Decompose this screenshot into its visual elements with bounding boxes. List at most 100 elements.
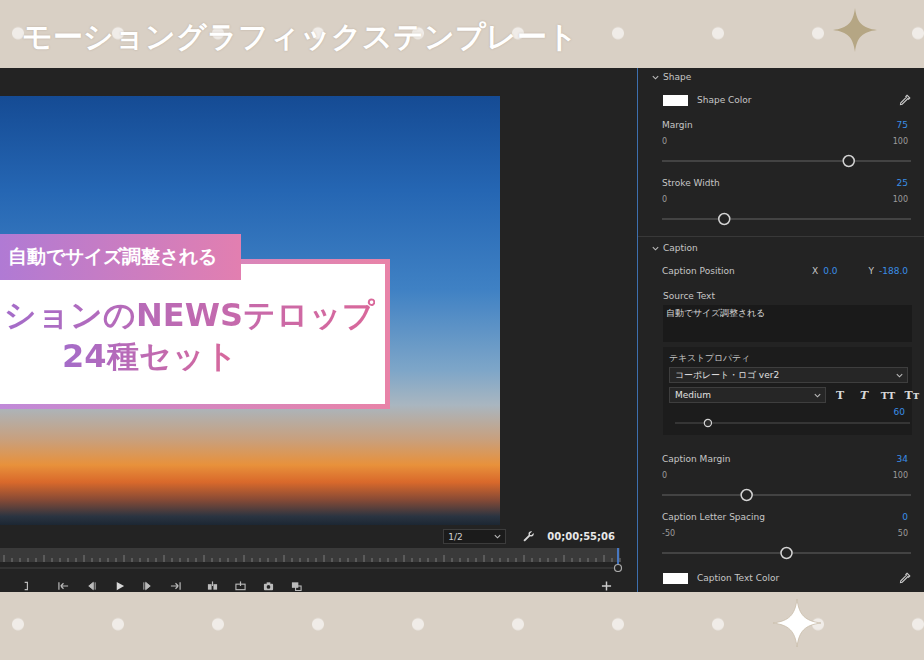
range-min: 0 xyxy=(662,137,667,146)
slider-label: Caption Letter Spacing xyxy=(662,512,765,522)
section-header[interactable]: Shape xyxy=(651,68,912,86)
slider-header: Caption Margin 34 xyxy=(662,452,912,466)
wrench-icon[interactable] xyxy=(522,530,535,543)
range-max: 100 xyxy=(893,137,908,146)
slider[interactable] xyxy=(662,208,911,230)
range-max: 100 xyxy=(893,195,908,204)
range-min: -50 xyxy=(662,529,675,538)
chevron-icon xyxy=(813,391,822,400)
color-swatch[interactable] xyxy=(663,95,688,106)
section-header[interactable]: Caption xyxy=(651,239,912,257)
slider-row: Caption Letter Spacing 0 -50 50 xyxy=(662,506,912,564)
font-size-slider[interactable] xyxy=(675,418,910,428)
step-back-icon[interactable] xyxy=(86,581,97,591)
zoom-dropdown[interactable]: 1/2 xyxy=(443,529,506,544)
slider-header: Caption Letter Spacing 0 xyxy=(662,510,912,524)
style-button[interactable]: T xyxy=(830,389,850,402)
font-size-value[interactable]: 60 xyxy=(669,405,908,418)
color-row: Caption Text Color xyxy=(662,564,912,592)
position-row: Caption Position X 0.0 Y -188.0 xyxy=(662,257,912,285)
style-dropdown[interactable]: Medium xyxy=(669,387,826,403)
go-to-out-icon[interactable] xyxy=(170,581,181,591)
slider-value[interactable]: 25 xyxy=(897,178,908,188)
slider[interactable] xyxy=(662,484,911,506)
range-min: 0 xyxy=(662,471,667,480)
style-button[interactable]: T xyxy=(854,389,874,402)
source-text-field[interactable]: 自動でサイズ調整される xyxy=(663,305,912,342)
premiere-editor: ションのNEWSテロップ24種セット 自動でサイズ調整される 1/2 00;00… xyxy=(0,68,924,592)
mark-out-icon[interactable] xyxy=(21,581,32,591)
color-label: Caption Text Color xyxy=(697,573,779,583)
button-editor-icon[interactable] xyxy=(291,581,302,591)
style-row: Medium TTTTTт xyxy=(669,387,908,403)
camera-icon[interactable] xyxy=(263,581,274,591)
insert-icon[interactable] xyxy=(207,581,218,591)
play-icon[interactable] xyxy=(114,581,125,591)
slider-label: Caption Margin xyxy=(662,454,730,464)
slider[interactable] xyxy=(662,542,911,564)
color-label: Shape Color xyxy=(697,95,752,105)
eyedropper-icon[interactable] xyxy=(899,572,911,584)
source-text-row: Source Text 自動でサイズ調整される xyxy=(662,285,912,342)
slider-header: Stroke Width 25 xyxy=(662,176,912,190)
slider-knob[interactable] xyxy=(719,214,730,225)
program-monitor: ションのNEWSテロップ24種セット 自動でサイズ調整される 1/2 00;00… xyxy=(0,68,637,592)
text-properties: テキストプロパティ コーポレート・ロゴ ver2 Medium TTTTTт 6… xyxy=(663,347,912,435)
slider-range: 0 100 xyxy=(662,192,912,206)
overwrite-icon[interactable] xyxy=(235,581,246,591)
color-swatch[interactable] xyxy=(663,573,688,584)
slider-knob[interactable] xyxy=(741,490,752,501)
playhead[interactable] xyxy=(617,548,619,564)
banner: モーショングラフィックステンプレート xyxy=(0,0,924,68)
eyedropper-icon[interactable] xyxy=(899,94,911,106)
color-row: Shape Color xyxy=(662,86,912,114)
telop-box: ションのNEWSテロップ24種セット xyxy=(0,259,390,409)
banner-title: モーショングラフィックステンプレート xyxy=(22,19,833,55)
video-frame: ションのNEWSテロップ24種セット 自動でサイズ調整される xyxy=(0,96,500,525)
slider-knob[interactable] xyxy=(843,156,854,167)
chevron-icon[interactable] xyxy=(651,73,660,82)
slider-label: Margin xyxy=(662,120,693,130)
source-text-label: Source Text xyxy=(663,289,912,303)
style-button[interactable]: TT xyxy=(878,390,898,401)
slider-value[interactable]: 34 xyxy=(897,454,908,464)
text-properties-title: テキストプロパティ xyxy=(669,352,908,364)
playhead-handle[interactable] xyxy=(615,565,622,572)
chevron-icon xyxy=(493,532,502,541)
page: モーショングラフィックステンプレート ションのNEWSテロップ24種セット 自動… xyxy=(0,0,924,660)
go-to-in-icon[interactable] xyxy=(58,581,69,591)
sparkle-icon xyxy=(773,599,821,647)
slider-knob[interactable] xyxy=(704,419,711,426)
time-ruler[interactable] xyxy=(0,548,637,572)
x-label: X xyxy=(812,266,818,276)
slider-range: 0 100 xyxy=(662,134,912,148)
position-label: Caption Position xyxy=(662,266,735,276)
font-dropdown[interactable]: コーポレート・ロゴ ver2 xyxy=(669,367,908,383)
slider-range: -50 50 xyxy=(662,526,912,540)
slider-value[interactable]: 75 xyxy=(897,120,908,130)
timecode[interactable]: 00;00;55;06 xyxy=(547,531,615,542)
panel-section: Shape Shape Color Margin 75 0 100 Stroke… xyxy=(662,68,912,236)
step-forward-icon[interactable] xyxy=(142,581,153,591)
slider[interactable] xyxy=(662,150,911,172)
style-button[interactable]: Tт xyxy=(902,389,922,402)
panel-section: Caption Caption Position X 0.0 Y -188.0S… xyxy=(638,236,924,592)
x-value[interactable]: 0.0 xyxy=(823,266,837,276)
footer-band xyxy=(0,592,924,660)
slider-range: 0 100 xyxy=(662,468,912,482)
chevron-icon[interactable] xyxy=(651,244,660,253)
slider-value[interactable]: 0 xyxy=(902,512,908,522)
sparkle-icon xyxy=(833,8,877,52)
telop-line: ションのNEWSテロップ xyxy=(4,295,385,336)
telop-line: 24種セット xyxy=(62,336,385,377)
chevron-icon xyxy=(895,371,904,380)
add-button-icon[interactable] xyxy=(601,581,612,591)
slider-row: Stroke Width 25 0 100 xyxy=(662,172,912,230)
ruler-track[interactable] xyxy=(0,548,637,572)
slider-knob[interactable] xyxy=(781,548,792,559)
y-value[interactable]: -188.0 xyxy=(879,266,908,276)
essential-graphics-panel: Shape Shape Color Margin 75 0 100 Stroke… xyxy=(637,68,924,592)
y-label: Y xyxy=(868,266,874,276)
video-row: ションのNEWSテロップ24種セット 自動でサイズ調整される xyxy=(0,96,637,525)
range-max: 50 xyxy=(898,529,908,538)
